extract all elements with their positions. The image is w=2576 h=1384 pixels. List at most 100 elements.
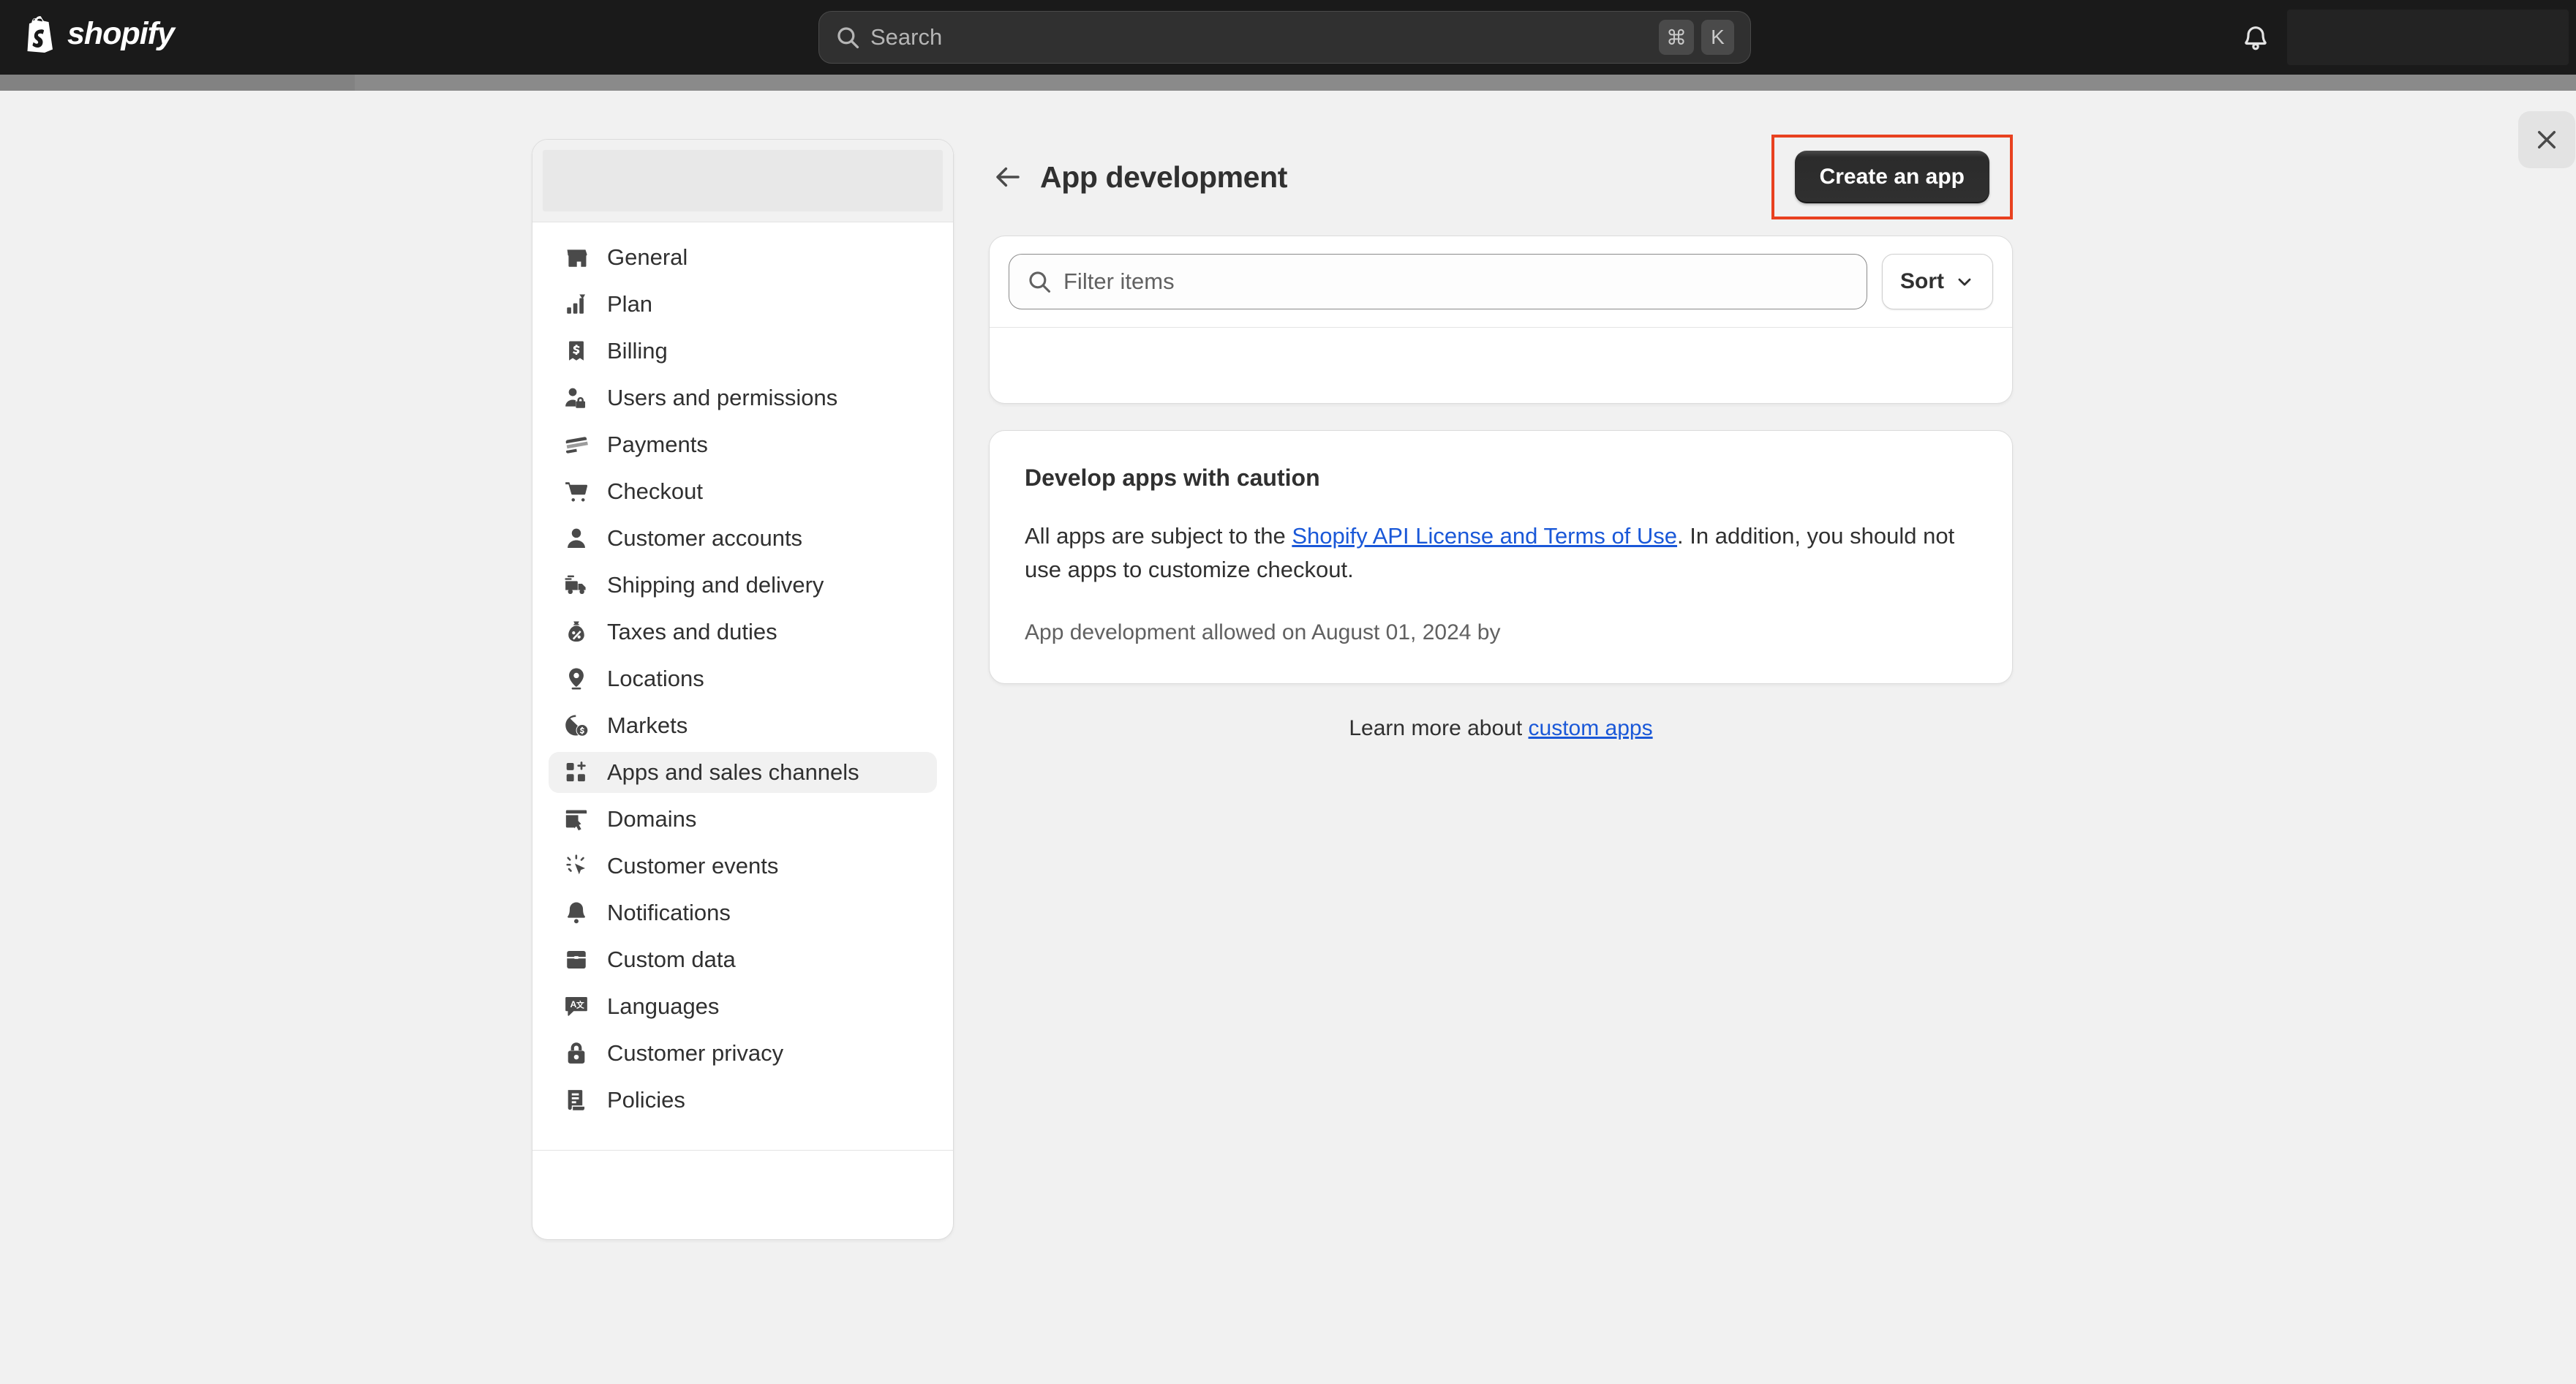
global-top-bar: shopify Search ⌘ K [0,0,2576,75]
sidebar-item-checkout[interactable]: Checkout [549,471,937,512]
sidebar-item-markets[interactable]: Markets [549,705,937,746]
sidebar-item-label: Users and permissions [607,385,838,410]
filter-row: Filter items Sort [990,236,2012,327]
caution-card-title: Develop apps with caution [1025,465,1320,491]
shopify-logo[interactable]: shopify [25,15,175,53]
sidebar-item-label: Languages [607,993,720,1019]
sidebar-item-notifications[interactable]: Notifications [549,892,937,933]
sidebar-item-customer-privacy[interactable]: Customer privacy [549,1033,937,1074]
sidebar-item-shipping-and-delivery[interactable]: Shipping and delivery [549,565,937,606]
person-lock-icon [562,386,591,410]
sidebar-item-taxes-and-duties[interactable]: Taxes and duties [549,612,937,652]
bell-icon [562,900,591,925]
sidebar-item-label: Billing [607,338,668,364]
shopping-cart-icon [562,479,591,504]
bill-dollar-icon [562,339,591,364]
apps-grid-plus-icon [562,760,591,785]
chevron-down-icon [1958,278,1971,286]
sidebar-item-label: Customer privacy [607,1040,784,1066]
sidebar-item-domains[interactable]: Domains [549,799,937,840]
lock-icon [562,1041,591,1066]
person-icon [562,526,591,551]
caution-text-before-link: All apps are subject to the [1025,523,1292,549]
sort-button[interactable]: Sort [1882,254,1993,309]
database-icon [562,947,591,972]
caution-card-body: All apps are subject to the Shopify API … [1025,519,1977,587]
sidebar-item-languages[interactable]: A 文 Languages [549,986,937,1027]
notifications-button[interactable] [2234,16,2277,59]
search-icon [1029,271,1051,293]
storefront-icon [562,245,591,270]
scroll-document-icon [562,1088,591,1113]
shopify-bag-logo-icon [27,16,53,53]
filter-items-input[interactable]: Filter items [1009,254,1867,309]
sidebar-item-label: Checkout [607,478,703,504]
shopify-wordmark: shopify [67,15,175,51]
domain-cursor-icon [562,807,591,832]
page-title: App development [1040,159,1287,194]
sidebar-item-users-and-permissions[interactable]: Users and permissions [549,377,937,418]
page-header: App development Create an app [989,135,2013,219]
sidebar-item-label: Apps and sales channels [607,759,859,785]
money-bag-percent-icon [562,620,591,644]
sidebar-item-customer-accounts[interactable]: Customer accounts [549,518,937,559]
filter-items-placeholder: Filter items [1063,268,1175,294]
credit-card-swipe-icon [562,432,591,457]
app-list-empty-area [990,327,2012,403]
sidebar-item-label: Markets [607,712,688,738]
close-button[interactable] [2518,111,2575,168]
sidebar-item-label: Notifications [607,900,731,925]
global-search-input[interactable]: Search ⌘ K [818,11,1751,64]
sidebar-header-placeholder [532,140,953,222]
globe-dollar-icon [562,713,591,738]
sidebar-item-customer-events[interactable]: Customer events [549,846,937,887]
page-scrim-band [0,75,2576,91]
filter-card: Filter items Sort [989,236,2013,404]
sidebar-item-label: Policies [607,1087,685,1113]
sidebar-item-general[interactable]: General [549,237,937,278]
cursor-sparkle-icon [562,854,591,879]
sidebar-item-label: Payments [607,432,708,457]
custom-apps-link[interactable]: custom apps [1529,716,1653,740]
sidebar-item-label: Customer accounts [607,525,803,551]
sidebar-item-label: Taxes and duties [607,619,777,644]
main-content: App development Create an app Filter ite… [989,135,2013,741]
sidebar-item-label: Locations [607,666,704,691]
sidebar-footer [532,1150,953,1239]
global-search-placeholder: Search [870,24,943,50]
search-icon [837,27,859,49]
create-app-button[interactable]: Create an app [1794,151,1989,203]
sidebar-item-label: Customer events [607,853,779,879]
caution-card: Develop apps with caution All apps are s… [989,430,2013,684]
sidebar-item-policies[interactable]: Policies [549,1080,937,1121]
sidebar-item-billing[interactable]: Billing [549,331,937,372]
settings-sidebar: General Plan Billing Users and permissions P… [532,139,954,1240]
sort-button-label: Sort [1900,269,1944,293]
page-scrim-band-left [0,75,355,91]
sidebar-item-custom-data[interactable]: Custom data [549,939,937,980]
back-button[interactable] [989,158,1027,196]
sidebar-item-label: Domains [607,806,697,832]
bell-icon [2245,26,2267,50]
sidebar-item-label: Shipping and delivery [607,572,824,598]
api-terms-link[interactable]: Shopify API License and Terms of Use [1292,523,1677,549]
delivery-truck-icon [562,573,591,598]
location-pin-icon [562,666,591,691]
sidebar-item-locations[interactable]: Locations [549,658,937,699]
sidebar-item-label: General [607,244,688,270]
sidebar-item-label: Plan [607,291,653,317]
chart-bars-icon [562,292,591,317]
sidebar-item-apps-and-sales-channels[interactable]: Apps and sales channels [549,752,937,793]
sidebar-item-plan[interactable]: Plan [549,284,937,325]
learn-more-prefix: Learn more about [1349,715,1529,740]
sidebar-item-label: Custom data [607,947,736,972]
svg-text:文: 文 [576,1001,584,1010]
translate-icon: A文 [562,994,591,1019]
shortcut-k-key: K [1701,20,1734,55]
sidebar-item-payments[interactable]: Payments [549,424,937,465]
settings-nav-list: General Plan Billing Users and permissions P… [532,222,953,1150]
store-profile-chip[interactable] [2287,10,2569,65]
close-icon [2537,130,2556,149]
learn-more-row: Learn more about custom apps [989,716,2013,741]
arrow-left-icon [996,167,1020,187]
